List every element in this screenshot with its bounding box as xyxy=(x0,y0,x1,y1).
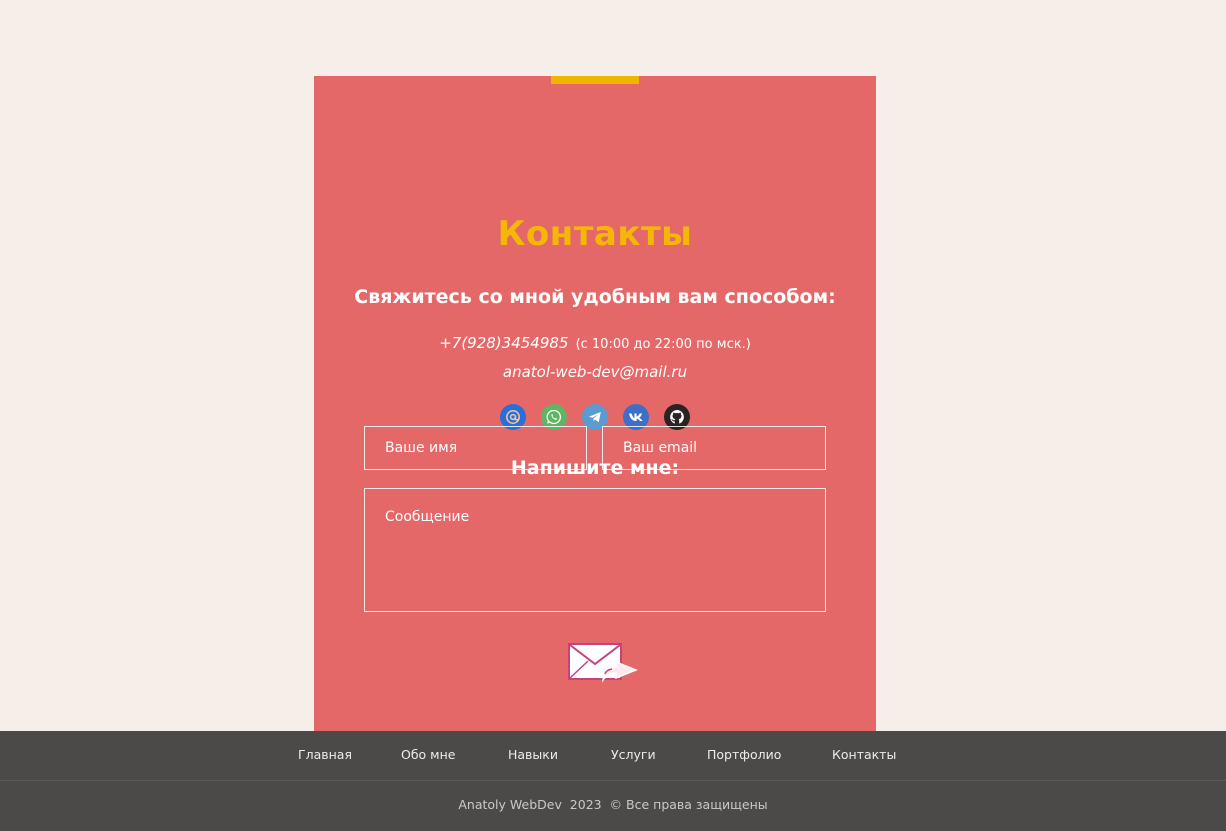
message-textarea[interactable]: Сообщение xyxy=(364,488,826,612)
nav-item-contacts[interactable]: Контакты xyxy=(832,747,896,762)
send-envelope-icon xyxy=(568,643,639,683)
footer-nav: Главная Обо мне Навыки Услуги Портфолио … xyxy=(0,731,1226,781)
copyright-text: Anatoly WebDev 2023 © Все права защищены xyxy=(458,797,768,812)
email-input[interactable]: Ваш email xyxy=(602,426,826,470)
send-button[interactable] xyxy=(568,642,640,684)
message-placeholder: Сообщение xyxy=(385,509,470,525)
nav-item-about[interactable]: Обо мне xyxy=(401,747,455,762)
nav-item-home[interactable]: Главная xyxy=(298,747,352,762)
name-placeholder: Ваше имя xyxy=(385,440,458,456)
nav-item-skills[interactable]: Навыки xyxy=(508,747,558,762)
footer: Anatoly WebDev 2023 © Все права защищены xyxy=(0,781,1226,831)
contact-form: Ваше имя Ваш email Сообщение xyxy=(314,76,876,731)
nav-item-services[interactable]: Услуги xyxy=(611,747,656,762)
name-input[interactable]: Ваше имя xyxy=(364,426,587,470)
email-placeholder: Ваш email xyxy=(623,440,698,456)
nav-item-portfolio[interactable]: Портфолио xyxy=(707,747,781,762)
